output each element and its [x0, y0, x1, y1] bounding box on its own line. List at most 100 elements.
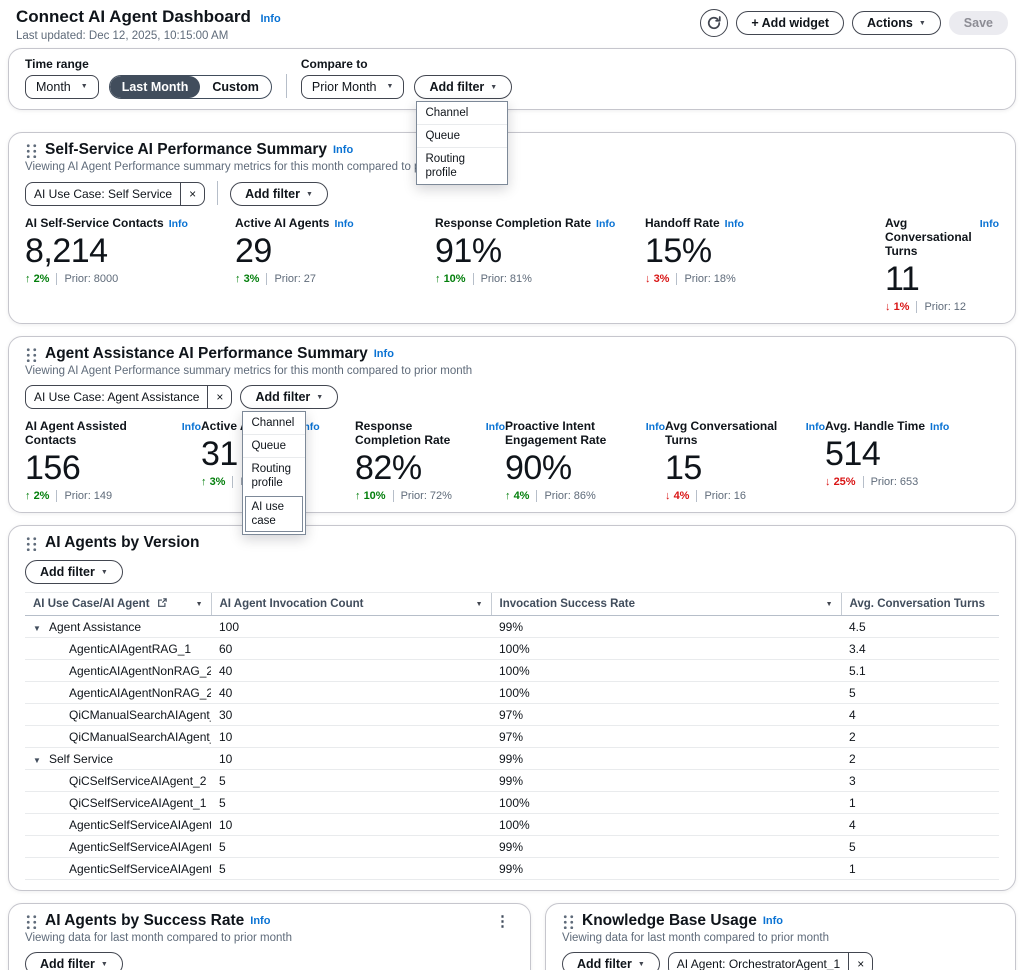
info-link[interactable]: Info: [169, 218, 188, 230]
agent-assistance-summary-card: Agent Assistance AI Performance Summary …: [8, 336, 1016, 513]
actions-button[interactable]: Actions ▼: [852, 11, 941, 35]
row-name: AgenticSelfServiceAIAgent_3: [69, 862, 211, 876]
column-header-invocation-count[interactable]: AI Agent Invocation Count ▼: [211, 593, 491, 616]
trend-arrow-icon: ↓: [885, 301, 891, 313]
cell-success-rate: 97%: [491, 726, 841, 748]
filter-token: AI Use Case: Self Service ×: [25, 182, 205, 206]
drag-handle-icon[interactable]: [25, 914, 38, 929]
info-link[interactable]: Info: [646, 421, 665, 433]
table-row[interactable]: AgenticSelfServiceAIAgent_3 5 99% 1: [25, 858, 999, 880]
info-link[interactable]: Info: [763, 915, 783, 927]
filter-token: AI Use Case: Agent Assistance ×: [25, 385, 232, 409]
cell-invocation-count: 60: [211, 638, 491, 660]
metric: AI Agent Assisted Contacts Info 156 ↑ 2%…: [25, 419, 201, 502]
row-expand-caret-icon[interactable]: ▼: [33, 756, 49, 765]
column-header-conversation-turns[interactable]: Avg. Conversation Turns: [841, 593, 999, 616]
table-row[interactable]: QiCManualSearchAIAgent_1 30 97% 4: [25, 704, 999, 726]
cell-invocation-count: 10: [211, 748, 491, 770]
drag-handle-icon[interactable]: [25, 347, 38, 362]
table-row[interactable]: AgenticAIAgentNonRAG_2 40 100% 5.1: [25, 660, 999, 682]
vertical-divider: [286, 74, 287, 98]
info-link[interactable]: Info: [596, 218, 615, 230]
info-link[interactable]: Info: [182, 421, 201, 433]
dropdown-menu-item[interactable]: Queue: [243, 434, 305, 457]
info-link[interactable]: Info: [486, 421, 505, 433]
agents-by-version-add-filter-button[interactable]: Add filter ▼: [25, 560, 123, 584]
refresh-button[interactable]: [700, 9, 728, 37]
dropdown-menu-item[interactable]: Queue: [417, 124, 507, 147]
column-filter-caret-icon[interactable]: ▼: [476, 601, 483, 608]
table-row[interactable]: AgenticAIAgentNonRAG_2 40 100% 5: [25, 682, 999, 704]
token-close-icon[interactable]: ×: [848, 953, 872, 970]
drag-handle-icon[interactable]: [25, 536, 38, 551]
agents-by-version-title: AI Agents by Version: [45, 534, 199, 552]
cell-conversation-turns: 3.4: [841, 638, 999, 660]
trend-percent: 4%: [674, 490, 690, 502]
self-service-add-filter-button[interactable]: Add filter ▼: [230, 182, 328, 206]
metric-trend: ↓ 25% Prior: 653: [825, 476, 999, 488]
cell-success-rate: 97%: [491, 704, 841, 726]
add-widget-button[interactable]: + Add widget: [736, 11, 844, 35]
column-header-ai-use-case[interactable]: AI Use Case/AI Agent ▼: [25, 593, 211, 616]
table-row[interactable]: AgenticSelfServiceAIAgent_1 10 100% 4: [25, 814, 999, 836]
info-link[interactable]: Info: [334, 218, 353, 230]
dropdown-menu-item[interactable]: AI use case: [245, 496, 303, 532]
metric-trend: ↑ 2% Prior: 8000: [25, 273, 235, 285]
cell-conversation-turns: 2: [841, 726, 999, 748]
token-close-icon[interactable]: ×: [207, 386, 231, 408]
metric-value: 514: [825, 435, 999, 473]
global-add-filter-button[interactable]: Add filter ▼: [414, 75, 512, 99]
table-row[interactable]: AgenticSelfServiceAIAgent_2 5 99% 5: [25, 836, 999, 858]
table-row[interactable]: AgenticAIAgentRAG_1 60 100% 3.4: [25, 638, 999, 660]
trend-percent: 25%: [834, 476, 856, 488]
table-row[interactable]: ▼Agent Assistance 100 99% 4.5: [25, 616, 999, 638]
table-row[interactable]: QiCManualSearchAIAgent_2 10 97% 2: [25, 726, 999, 748]
metric-prior: Prior: 653: [863, 476, 919, 488]
trend-arrow-icon: ↓: [645, 273, 651, 285]
metric-label: Response Completion Rate: [435, 216, 591, 230]
time-range-select[interactable]: Month ▼: [25, 75, 99, 99]
table-row[interactable]: QiCSelfServiceAIAgent_1 5 100% 1: [25, 792, 999, 814]
drag-handle-icon[interactable]: [25, 143, 38, 158]
metric-label: Avg Conversational Turns: [885, 216, 975, 258]
segment-custom[interactable]: Custom: [200, 76, 271, 98]
metric-label: AI Agent Assisted Contacts: [25, 419, 177, 447]
table-row[interactable]: ▼Self Service 10 99% 2: [25, 748, 999, 770]
dropdown-menu-item[interactable]: Channel: [243, 412, 305, 434]
kb-usage-add-filter-button[interactable]: Add filter ▼: [562, 952, 660, 970]
info-link[interactable]: Info: [333, 144, 353, 156]
agents-by-version-card: AI Agents by Version Add filter ▼ AI Use…: [8, 525, 1016, 891]
info-link[interactable]: Info: [261, 13, 281, 25]
dropdown-menu-item[interactable]: Routing profile: [243, 457, 305, 494]
caret-down-icon: ▼: [306, 187, 313, 203]
dropdown-menu-item[interactable]: Channel: [417, 102, 507, 124]
table-row[interactable]: QiCSelfServiceAIAgent_2 5 99% 3: [25, 770, 999, 792]
cell-success-rate: 100%: [491, 660, 841, 682]
column-filter-caret-icon[interactable]: ▼: [196, 601, 203, 608]
kebab-menu-icon[interactable]: ⋮: [491, 912, 514, 930]
cell-invocation-count: 40: [211, 682, 491, 704]
info-link[interactable]: Info: [250, 915, 270, 927]
metric-trend: ↑ 4% Prior: 86%: [505, 490, 665, 502]
success-rate-add-filter-button[interactable]: Add filter ▼: [25, 952, 123, 970]
cell-success-rate: 99%: [491, 616, 841, 638]
segment-last-month[interactable]: Last Month: [110, 76, 201, 98]
column-header-success-rate[interactable]: Invocation Success Rate ▼: [491, 593, 841, 616]
token-close-icon[interactable]: ×: [180, 183, 204, 205]
cell-success-rate: 100%: [491, 638, 841, 660]
agent-assistance-add-filter-button[interactable]: Add filter ▼: [240, 385, 338, 409]
time-range-segmented-control: Last Month Custom: [109, 75, 272, 99]
info-link[interactable]: Info: [374, 348, 394, 360]
drag-handle-icon[interactable]: [562, 914, 575, 929]
metric: Avg. Handle Time Info 514 ↓ 25% Prior: 6…: [825, 419, 999, 502]
info-link[interactable]: Info: [980, 218, 999, 230]
dropdown-menu-item[interactable]: Routing profile: [417, 147, 507, 184]
row-expand-caret-icon[interactable]: ▼: [33, 624, 49, 633]
info-link[interactable]: Info: [725, 218, 744, 230]
save-button[interactable]: Save: [949, 11, 1008, 35]
header-left: Connect AI Agent Dashboard Info Last upd…: [16, 7, 281, 42]
info-link[interactable]: Info: [806, 421, 825, 433]
info-link[interactable]: Info: [930, 421, 949, 433]
compare-to-select[interactable]: Prior Month ▼: [301, 75, 405, 99]
column-filter-caret-icon[interactable]: ▼: [826, 601, 833, 608]
